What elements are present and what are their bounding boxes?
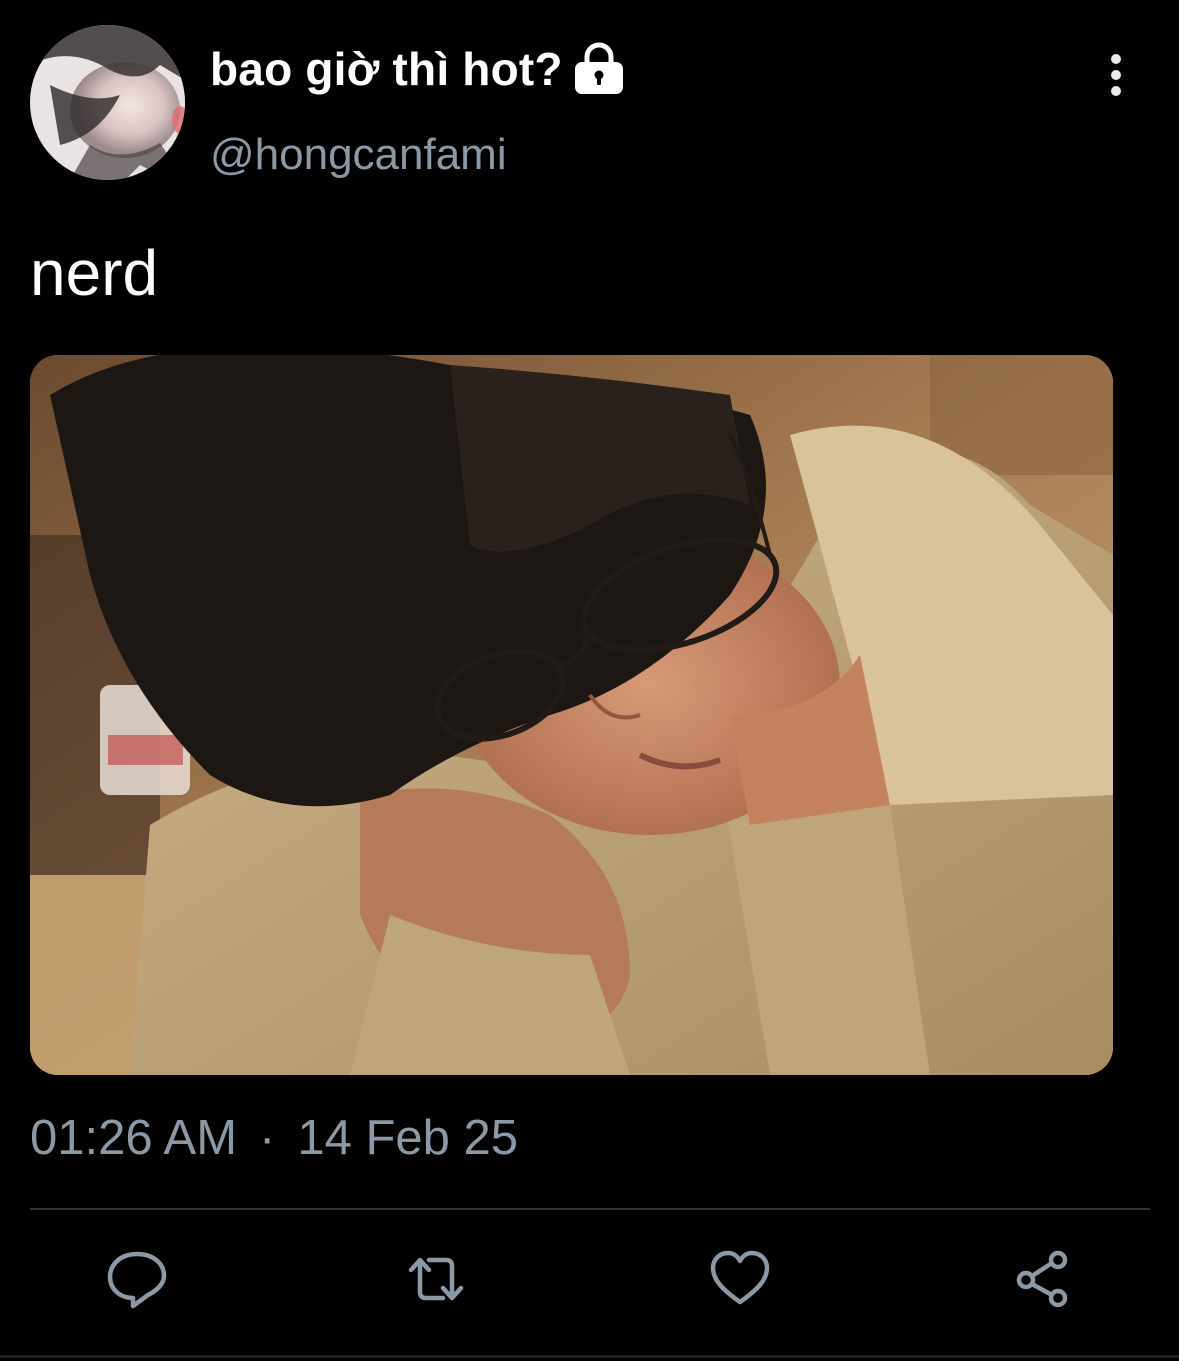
- share-icon: [1016, 1250, 1068, 1308]
- heart-icon: [710, 1250, 770, 1305]
- tweet-text: nerd: [30, 237, 159, 309]
- user-handle[interactable]: @hongcanfami: [210, 130, 507, 180]
- tweet-detail: bao giờ thì hot? @hongcanfami nerd 01:26…: [0, 0, 1179, 1361]
- lock-icon: [573, 42, 625, 96]
- avatar[interactable]: [30, 25, 185, 180]
- tweet-timestamp[interactable]: 01:26 AM · 14 Feb 25: [30, 1110, 518, 1166]
- retweet-icon: [408, 1257, 464, 1301]
- bottom-divider: [0, 1355, 1179, 1358]
- share-button[interactable]: [1012, 1248, 1074, 1310]
- divider: [30, 1208, 1150, 1210]
- reply-button[interactable]: [106, 1248, 168, 1310]
- tweet-date[interactable]: 14 Feb 25: [297, 1111, 518, 1165]
- display-name-row[interactable]: bao giờ thì hot?: [210, 42, 625, 96]
- reply-icon: [107, 1251, 167, 1309]
- more-options-icon[interactable]: [1098, 52, 1134, 98]
- retweet-button[interactable]: [405, 1248, 467, 1310]
- tweet-time[interactable]: 01:26 AM: [30, 1111, 237, 1165]
- meta-separator: ·: [259, 1111, 276, 1165]
- like-button[interactable]: [709, 1248, 771, 1310]
- display-name[interactable]: bao giờ thì hot?: [210, 42, 563, 96]
- tweet-photo[interactable]: [30, 355, 1113, 1075]
